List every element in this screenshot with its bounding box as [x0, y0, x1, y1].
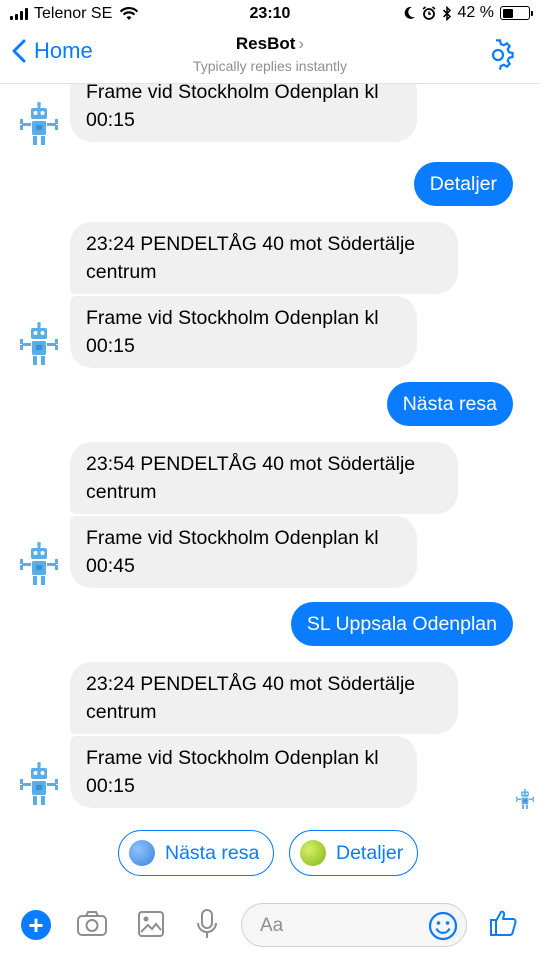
page-title: ResBot: [235, 34, 296, 53]
gear-icon[interactable]: [482, 39, 514, 71]
resbot-avatar-icon[interactable]: [20, 322, 58, 366]
quick-reply-detaljer[interactable]: Detaljer: [289, 830, 419, 876]
status-bar: Telenor SE 23:10 42 %: [0, 0, 540, 30]
resbot-avatar-icon[interactable]: [20, 762, 58, 806]
emoji-icon[interactable]: [428, 911, 458, 941]
green-circle-icon: [300, 840, 326, 866]
chevron-right-icon: ›: [298, 34, 305, 53]
message-input[interactable]: Aa: [241, 903, 467, 947]
user-message: Detaljer: [413, 162, 513, 206]
bot-message: 23:24 PENDELTÅG 40 mot Södertälje centru…: [70, 222, 458, 294]
seen-avatar-icon: [516, 788, 534, 809]
battery-percent: 42 %: [457, 4, 494, 21]
plus-button[interactable]: +: [21, 910, 51, 940]
bluetooth-icon: [442, 5, 451, 21]
message-placeholder: Aa: [260, 915, 284, 936]
bot-message: Frame vid Stockholm Odenplan kl 00:15: [70, 736, 417, 808]
bot-message: Frame vid Stockholm Odenplan kl 00:15: [70, 296, 417, 368]
battery-icon: [500, 6, 533, 20]
status-bar-right: 42 %: [404, 4, 533, 22]
quick-replies: Nästa resa Detaljer: [0, 830, 540, 878]
bot-message: Frame vid Stockholm Odenplan kl 00:45: [70, 516, 417, 588]
conversation-header[interactable]: ResBot › Typically replies instantly: [0, 34, 540, 74]
alarm-icon: [422, 6, 436, 20]
chat-thread[interactable]: Frame vid Stockholm Odenplan kl 00:15 De…: [0, 84, 540, 820]
quick-reply-nasta-resa[interactable]: Nästa resa: [118, 830, 275, 876]
image-icon[interactable]: [137, 910, 165, 938]
blue-circle-icon: [129, 840, 155, 866]
composer-bar: + Aa: [0, 896, 540, 960]
resbot-avatar-icon[interactable]: [20, 102, 58, 146]
thumbs-up-icon[interactable]: [488, 908, 518, 938]
user-message: SL Uppsala Odenplan: [290, 602, 513, 646]
camera-icon[interactable]: [76, 910, 108, 938]
bot-message: 23:54 PENDELTÅG 40 mot Södertälje centru…: [70, 442, 458, 514]
page-subtitle: Typically replies instantly: [192, 58, 348, 74]
bot-message: Frame vid Stockholm Odenplan kl 00:15: [70, 84, 417, 142]
nav-bar: Home ResBot › Typically replies instantly: [0, 30, 540, 84]
microphone-icon[interactable]: [196, 908, 218, 940]
resbot-avatar-icon[interactable]: [20, 542, 58, 586]
bot-message: 23:24 PENDELTÅG 40 mot Södertälje centru…: [70, 662, 458, 734]
quick-reply-label: Nästa resa: [165, 841, 260, 864]
quick-reply-label: Detaljer: [336, 841, 404, 864]
moon-icon: [404, 6, 415, 19]
user-message: Nästa resa: [386, 382, 513, 426]
